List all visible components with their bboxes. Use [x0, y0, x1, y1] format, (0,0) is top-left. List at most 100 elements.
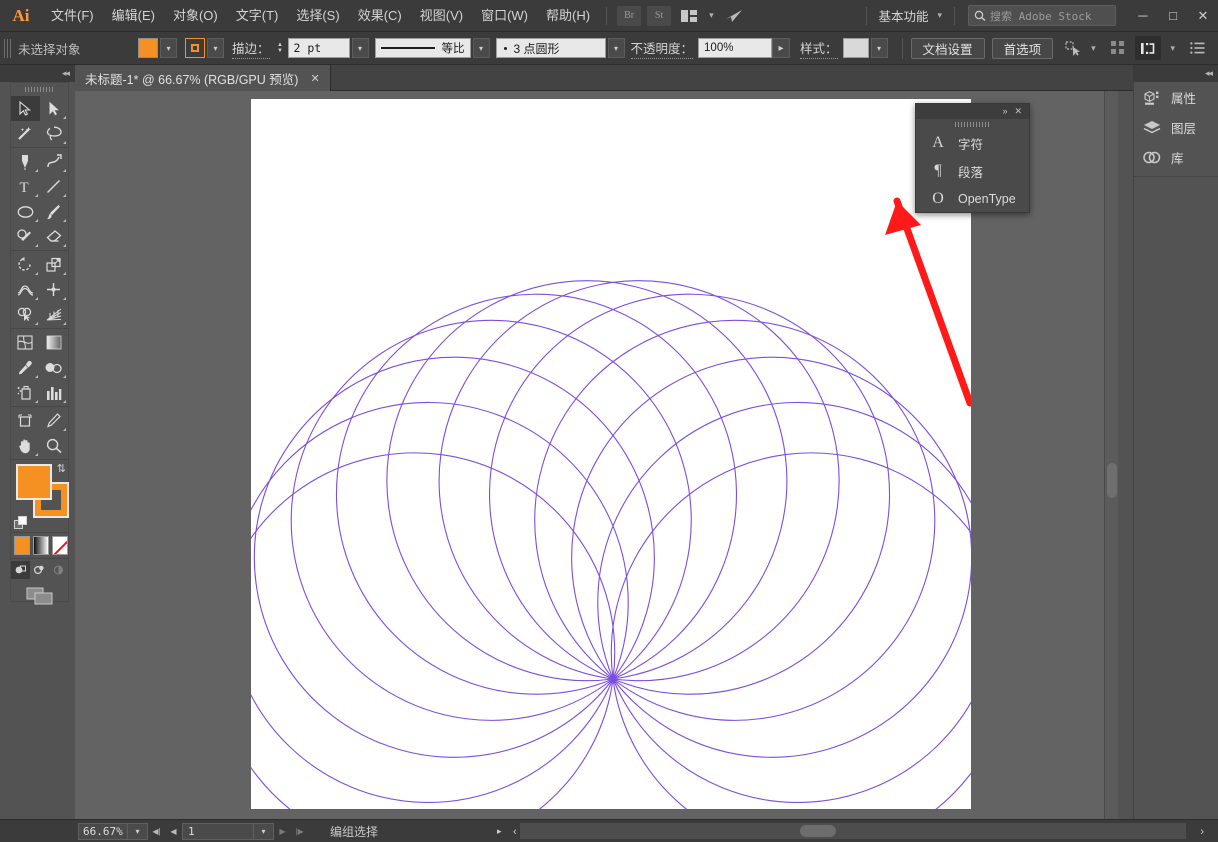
type-panels-group[interactable]: » ✕ A 字符 ¶ 段落 O OpenType: [915, 103, 1030, 213]
scroll-right-chevron-icon[interactable]: ›: [1200, 820, 1204, 842]
previous-artboard-button[interactable]: ◀: [165, 823, 182, 840]
properties-panel[interactable]: 属性: [1134, 82, 1218, 112]
last-artboard-button[interactable]: |▶: [291, 823, 308, 840]
artwork-circle-rosette[interactable]: [251, 99, 971, 809]
select-similar-chevron-down-icon[interactable]: ▾: [1086, 43, 1101, 54]
fill-swatch-group[interactable]: ▾: [138, 38, 183, 58]
menu-edit[interactable]: 编辑(E): [103, 0, 164, 32]
eyedropper-tool[interactable]: [11, 355, 40, 380]
document-tab[interactable]: 未标题-1* @ 66.67% (RGB/GPU 预览) ✕: [75, 65, 331, 91]
layers-panel[interactable]: 图层: [1134, 112, 1218, 142]
zoom-chevron-down-icon[interactable]: ▾: [128, 822, 148, 840]
arrange-chevron-down-icon[interactable]: ▾: [704, 10, 719, 21]
menu-help[interactable]: 帮助(H): [537, 0, 599, 32]
canvas-horizontal-scrollbar[interactable]: [520, 823, 1186, 839]
artwork-circle[interactable]: [251, 277, 735, 809]
document-tab-close-icon[interactable]: ✕: [310, 72, 319, 85]
next-artboard-button[interactable]: ▶: [274, 823, 291, 840]
canvas-horizontal-scroll-thumb[interactable]: [800, 825, 836, 837]
type-panel-collapse-icon[interactable]: »: [1002, 107, 1007, 116]
fill-chevron-down-icon[interactable]: ▾: [160, 38, 177, 58]
stroke-profile-field[interactable]: 等比: [374, 38, 471, 58]
brush-chevron-down-icon[interactable]: ▾: [607, 38, 625, 58]
panel-menu-icon[interactable]: [1184, 36, 1210, 60]
type-tool[interactable]: T: [11, 174, 40, 199]
libraries-panel[interactable]: 库: [1134, 142, 1218, 172]
workspace-switcher[interactable]: 基本功能: [874, 6, 932, 25]
width-tool[interactable]: [11, 277, 40, 302]
gradient-tool[interactable]: [40, 330, 69, 355]
document-setup-button[interactable]: 文档设置: [910, 37, 985, 59]
bridge-icon[interactable]: Br: [617, 5, 642, 26]
left-dock-collapse-bar[interactable]: ◂◂: [0, 65, 75, 82]
arrange-objects-chevron-down-icon[interactable]: ▾: [1165, 43, 1180, 54]
brush-definition-field[interactable]: 3 点圆形: [495, 38, 606, 58]
stroke-weight-chevron-down-icon[interactable]: ▾: [351, 38, 369, 58]
scale-tool[interactable]: [40, 252, 69, 277]
menu-object[interactable]: 对象(O): [164, 0, 227, 32]
zoom-tool[interactable]: [40, 433, 69, 458]
hand-tool[interactable]: [11, 433, 40, 458]
artwork-circle[interactable]: [491, 277, 971, 809]
control-bar-grip[interactable]: [4, 38, 12, 58]
type-panel-close-icon[interactable]: ✕: [1014, 107, 1022, 116]
paper-plane-icon[interactable]: [721, 5, 747, 27]
stock-icon[interactable]: St: [647, 5, 672, 26]
menu-select[interactable]: 选择(S): [287, 0, 348, 32]
menu-window[interactable]: 窗口(W): [472, 0, 537, 32]
draw-behind-icon[interactable]: [30, 561, 49, 579]
style-chevron-down-icon[interactable]: ▾: [870, 38, 888, 58]
artboard[interactable]: du 经验 jingyan.baidu.com: [251, 99, 1118, 812]
select-similar-icon[interactable]: [1060, 36, 1086, 60]
stock-search-box[interactable]: 搜索 Adobe Stock: [968, 5, 1116, 26]
swap-fill-stroke-icon[interactable]: ⇅: [57, 462, 66, 475]
canvas-vertical-scrollbar[interactable]: [1104, 91, 1118, 819]
shape-builder-tool[interactable]: [11, 302, 40, 327]
status-flyout-icon[interactable]: ▸: [497, 820, 502, 842]
menu-effect[interactable]: 效果(C): [349, 0, 411, 32]
canvas-vertical-scroll-thumb[interactable]: [1107, 463, 1117, 498]
opacity-label[interactable]: 不透明度：: [630, 38, 694, 59]
stroke-chevron-down-icon[interactable]: ▾: [207, 38, 224, 58]
first-artboard-button[interactable]: ◀|: [148, 823, 165, 840]
opentype-panel[interactable]: O OpenType: [916, 185, 1029, 213]
slice-tool[interactable]: [40, 408, 69, 433]
artwork-circle[interactable]: [251, 240, 772, 801]
paragraph-panel[interactable]: ¶ 段落: [916, 157, 1029, 185]
free-transform-tool[interactable]: [40, 277, 69, 302]
artwork-circle[interactable]: [536, 341, 971, 809]
menu-file[interactable]: 文件(F): [42, 0, 103, 32]
ellipse-tool[interactable]: [11, 199, 40, 224]
paintbrush-tool[interactable]: [40, 199, 69, 224]
preferences-button[interactable]: 首选项: [991, 37, 1054, 59]
pen-tool[interactable]: [11, 149, 40, 174]
style-label[interactable]: 样式：: [800, 38, 838, 59]
shaper-tool[interactable]: [11, 224, 40, 249]
stroke-weight-field[interactable]: 2 pt: [287, 38, 350, 58]
artboard-number-field[interactable]: 1: [182, 822, 254, 840]
line-segment-tool[interactable]: [40, 174, 69, 199]
type-panel-grip[interactable]: [916, 119, 1029, 129]
menu-view[interactable]: 视图(V): [411, 0, 472, 32]
magic-wand-tool[interactable]: [11, 121, 40, 146]
stroke-weight-label[interactable]: 描边：: [232, 38, 270, 59]
graphic-style-swatch[interactable]: [842, 38, 869, 58]
artboard-chevron-down-icon[interactable]: ▾: [254, 822, 274, 840]
fill-color-swatch[interactable]: [138, 38, 158, 58]
eraser-tool[interactable]: [40, 224, 69, 249]
symbol-sprayer-tool[interactable]: [11, 380, 40, 405]
rotate-tool[interactable]: [11, 252, 40, 277]
arrange-documents-icon[interactable]: [676, 5, 702, 27]
type-panel-titlebar[interactable]: » ✕: [916, 104, 1029, 119]
tools-panel-grip[interactable]: [11, 83, 68, 95]
minimize-button[interactable]: ─: [1128, 0, 1158, 32]
workspace-chevron-down-icon[interactable]: ▾: [932, 10, 947, 21]
toolbar-fill-swatch[interactable]: [16, 464, 52, 500]
close-button[interactable]: ✕: [1188, 0, 1218, 32]
column-graph-tool[interactable]: [40, 380, 69, 405]
menu-type[interactable]: 文字(T): [227, 0, 288, 32]
align-panel-icon[interactable]: [1105, 36, 1131, 60]
stroke-weight-stepper[interactable]: ▲ ▼: [275, 38, 286, 58]
right-dock-collapse-bar[interactable]: ◂◂: [1133, 65, 1218, 82]
change-screen-mode-icon[interactable]: [26, 587, 54, 605]
